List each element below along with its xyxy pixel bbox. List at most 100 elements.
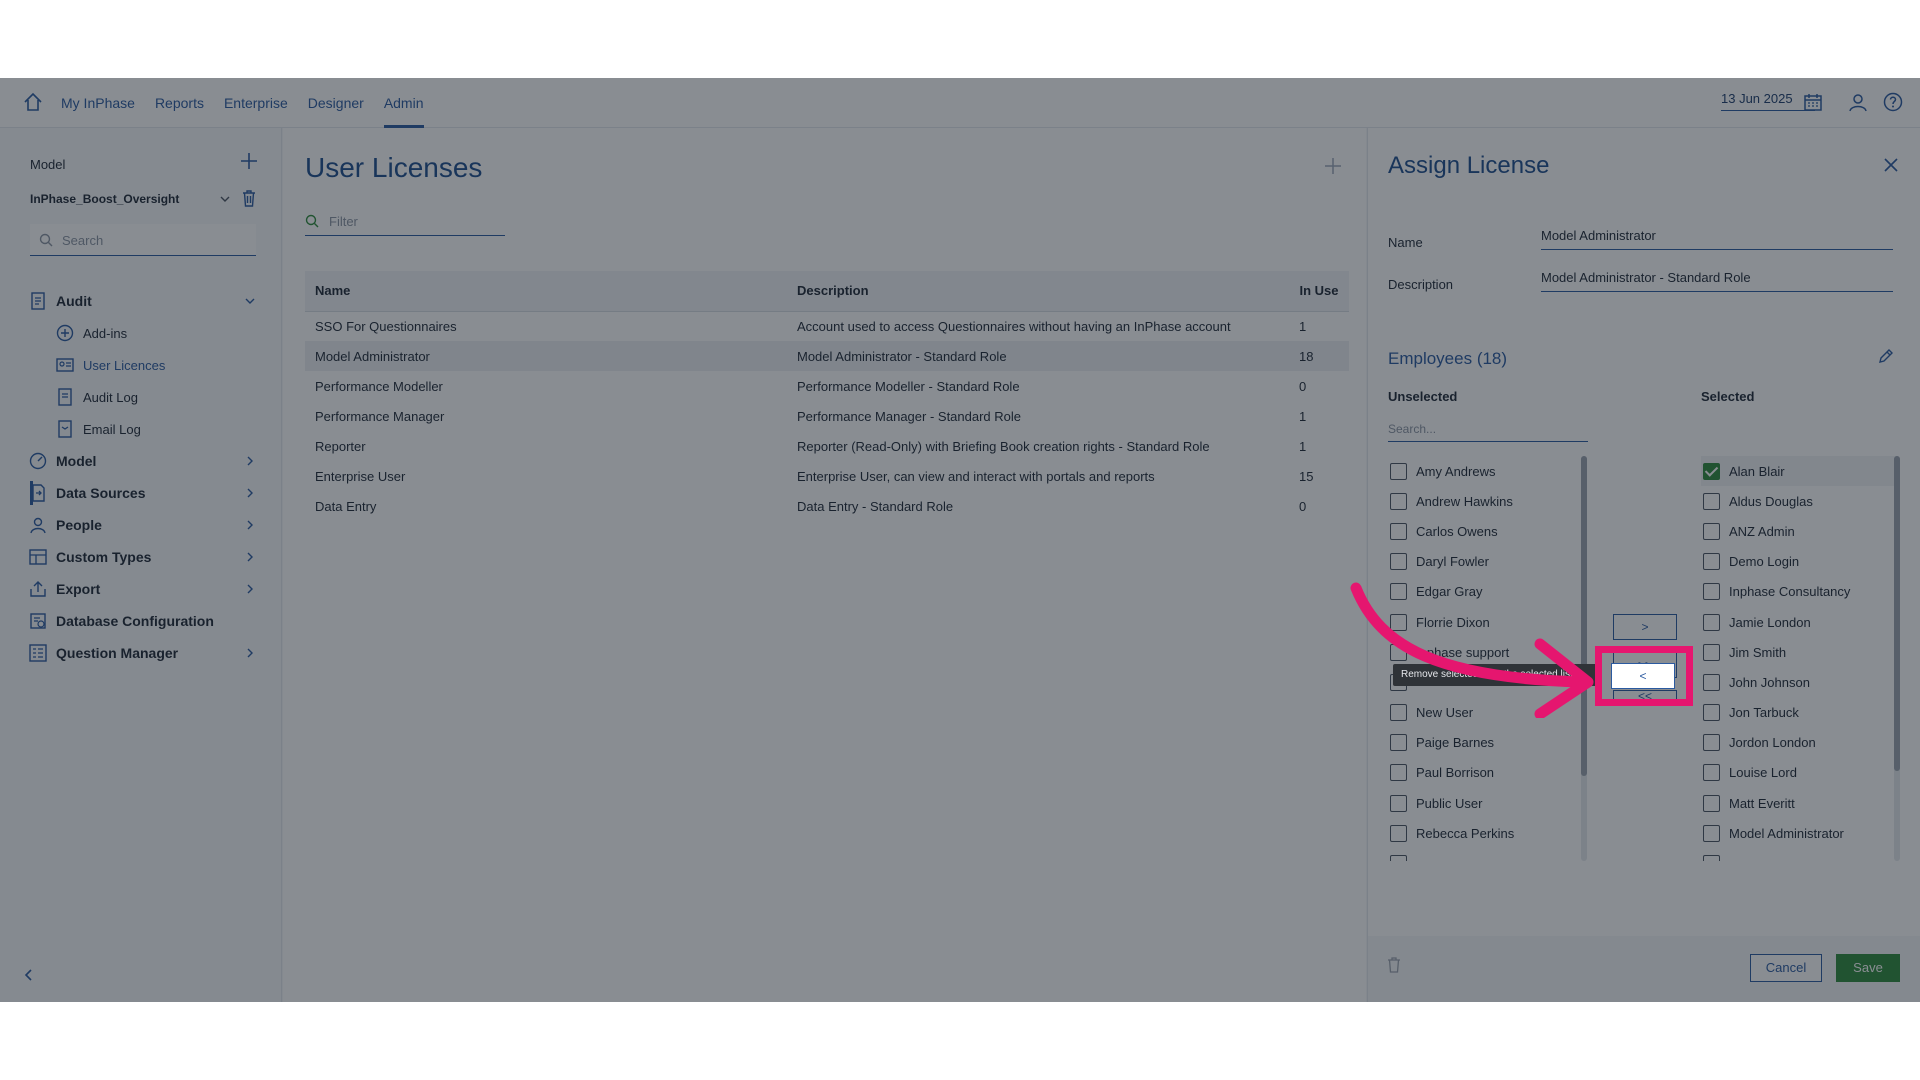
list-item[interactable]: ANZ Admin [1701,516,1897,546]
column-header-in-use[interactable]: In Use [1289,271,1349,312]
chevron-down-icon[interactable] [244,295,256,307]
sidebar-item-question-manager[interactable]: Question Manager [28,640,178,666]
chevron-right-icon[interactable] [244,551,256,563]
nav-my-inphase[interactable]: My InPhase [61,78,135,128]
list-item[interactable]: Andrew Hawkins [1388,486,1588,516]
trash-icon[interactable] [1386,956,1402,974]
scrollbar-thumb[interactable] [1894,456,1900,771]
user-icon[interactable] [1847,91,1869,113]
list-item[interactable]: Louise Lord [1701,758,1897,788]
checkbox[interactable] [1390,734,1407,752]
help-icon[interactable] [1882,91,1904,113]
checkbox[interactable] [1390,492,1407,510]
list-item[interactable]: Jon Tarbuck [1701,698,1897,728]
checkbox[interactable] [1390,764,1407,782]
model-selector[interactable]: InPhase_Boost_Oversight [30,192,179,206]
list-item[interactable]: Jim Smith [1701,637,1897,667]
checkbox[interactable] [1703,764,1720,782]
sidebar-item-data-sources[interactable]: Data Sources [28,480,145,506]
cancel-button[interactable]: Cancel [1750,954,1822,982]
add-icon[interactable] [1323,156,1343,176]
list-item[interactable]: Demo Login [1701,547,1897,577]
table-row[interactable]: Model Administrator Model Administrator -… [305,341,1349,371]
checkbox[interactable] [1703,794,1720,812]
description-field[interactable]: Model Administrator - Standard Role [1541,262,1893,292]
table-row[interactable]: Performance Manager Performance Manager -… [305,401,1349,431]
list-item[interactable]: Aldus Douglas [1701,486,1897,516]
list-item[interactable]: Public User [1388,788,1588,818]
list-item[interactable]: Inphase Consultancy [1701,577,1897,607]
list-item[interactable] [1701,848,1897,861]
table-row[interactable]: Data Entry Data Entry - Standard Role 0 [305,491,1349,521]
nav-admin[interactable]: Admin [383,78,424,128]
move-right-button[interactable]: > [1613,614,1677,640]
sidebar-item-audit-log[interactable]: Audit Log [55,384,138,410]
chevron-right-icon[interactable] [244,583,256,595]
checkbox[interactable] [1703,613,1720,631]
list-item[interactable]: Paul Borrison [1388,758,1588,788]
selected-scrollbar[interactable] [1894,456,1900,861]
home-icon[interactable] [22,91,44,113]
checkbox[interactable] [1703,492,1720,510]
checkbox[interactable] [1703,583,1720,601]
unselected-search-input[interactable]: Search... [1388,418,1588,442]
name-field[interactable]: Model Administrator [1541,220,1893,250]
nav-designer[interactable]: Designer [308,78,364,128]
list-item[interactable]: Jordon London [1701,728,1897,758]
checkbox[interactable] [1703,673,1720,691]
add-icon[interactable] [238,150,260,172]
list-item[interactable]: Alan Blair [1701,456,1897,487]
checkbox[interactable] [1390,522,1407,540]
checkbox[interactable] [1390,553,1407,571]
list-item[interactable]: John Johnson [1701,667,1897,697]
list-item[interactable]: Matt Everitt [1701,788,1897,818]
nav-reports[interactable]: Reports [155,78,204,128]
list-item[interactable]: Jamie London [1701,607,1897,637]
checkbox[interactable] [1390,794,1407,812]
sidebar-item-model[interactable]: Model [28,448,96,474]
edit-icon[interactable] [1876,346,1896,366]
table-row[interactable]: Reporter Reporter (Read-Only) with Briefi… [305,431,1349,461]
checkbox[interactable] [1390,462,1407,480]
list-item[interactable]: Model Administrator [1701,818,1897,848]
checkbox[interactable] [1703,553,1720,571]
close-icon[interactable] [1882,156,1900,174]
checkbox[interactable] [1703,522,1720,540]
checkbox[interactable] [1703,704,1720,722]
chevron-right-icon[interactable] [244,455,256,467]
list-item[interactable] [1388,848,1588,861]
chevron-right-icon[interactable] [244,487,256,499]
date-input[interactable]: 13 Jun 2025 [1721,91,1815,111]
nav-enterprise[interactable]: Enterprise [224,78,288,128]
sidebar-item-add-ins[interactable]: Add-ins [55,320,127,346]
chevron-right-icon[interactable] [244,519,256,531]
calendar-icon[interactable] [1802,91,1824,113]
chevron-down-icon[interactable] [218,192,232,206]
sidebar-item-custom-types[interactable]: Custom Types [28,544,151,570]
sidebar-item-people[interactable]: People [28,512,102,538]
save-button[interactable]: Save [1836,954,1900,982]
column-header-name[interactable]: Name [305,271,787,312]
trash-icon[interactable] [240,188,258,208]
sidebar-item-database-configuration[interactable]: Database Configuration [28,608,214,634]
checkbox[interactable] [1703,824,1720,842]
table-row[interactable]: Performance Modeller Performance Modeller… [305,371,1349,401]
checkbox[interactable] [1390,824,1407,842]
sidebar-item-export[interactable]: Export [28,576,100,602]
list-item[interactable]: Daryl Fowler [1388,547,1588,577]
table-row[interactable]: SSO For Questionnaires Account used to ac… [305,311,1349,341]
checkbox[interactable] [1703,462,1720,480]
list-item[interactable]: Paige Barnes [1388,728,1588,758]
collapse-sidebar-icon[interactable] [22,968,36,982]
checkbox[interactable] [1703,855,1720,861]
filter-input[interactable]: Filter [305,206,505,236]
sidebar-item-user-licences[interactable]: User Licences [55,352,165,378]
list-item[interactable]: Amy Andrews [1388,456,1588,486]
sidebar-item-email-log[interactable]: Email Log [55,416,141,442]
column-header-description[interactable]: Description [787,271,1289,312]
checkbox[interactable] [1390,855,1407,861]
sidebar-search-input[interactable]: Search [30,224,256,256]
list-item[interactable]: Carlos Owens [1388,516,1588,546]
checkbox[interactable] [1703,734,1720,752]
sidebar-item-audit[interactable]: Audit [28,288,92,314]
